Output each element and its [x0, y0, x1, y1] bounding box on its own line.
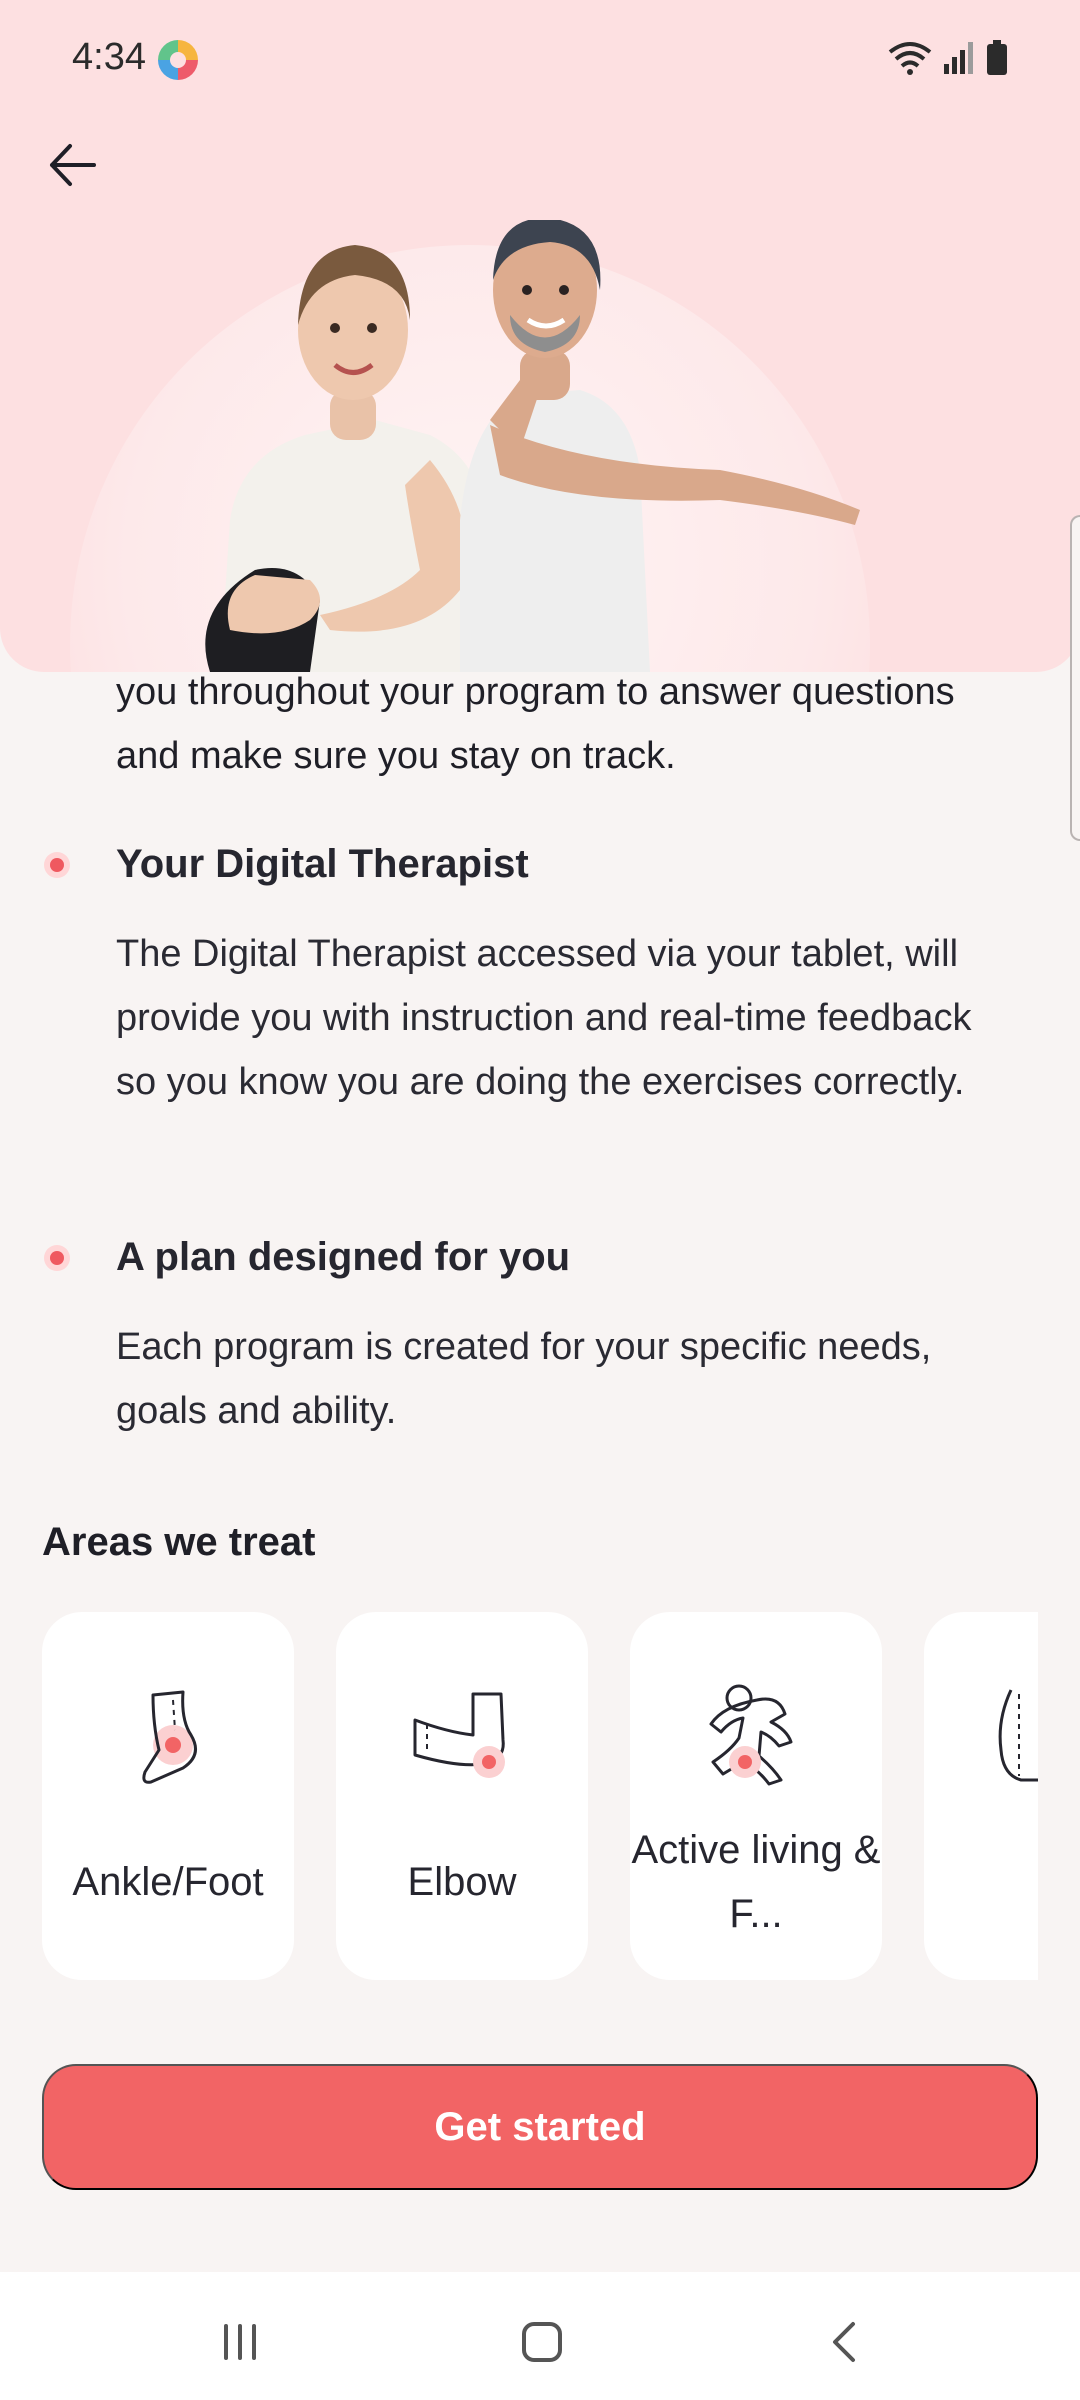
- system-navigation-bar: [0, 2272, 1080, 2400]
- scroll-indicator[interactable]: [1070, 515, 1080, 841]
- back-arrow-icon[interactable]: [40, 130, 110, 200]
- area-card-elbow[interactable]: Elbow: [336, 1612, 588, 1980]
- ankle-foot-icon: [142, 1690, 197, 1784]
- intro-text: you throughout your program to answer qu…: [116, 671, 955, 777]
- area-card-label: Active living & F...: [631, 1828, 881, 1936]
- get-started-button[interactable]: Get started: [42, 2064, 1038, 2190]
- status-icons: [888, 40, 1008, 76]
- area-card-label: Ankle/Foot: [72, 1860, 264, 1904]
- area-card-label: Elbow: [407, 1860, 517, 1904]
- area-card-active-living[interactable]: Active living & F...: [630, 1612, 882, 1980]
- hip-icon: [998, 1689, 1038, 1782]
- area-card-label: H: [1014, 1850, 1038, 1914]
- bullet-description: Each program is created for your specifi…: [116, 1326, 932, 1432]
- screen: 4:34 you throughout your program to answ…: [0, 0, 1080, 2400]
- hero-header: 4:34: [0, 0, 1080, 672]
- area-card-ankle-foot[interactable]: Ankle/Foot: [42, 1612, 294, 1980]
- bullet-description: The Digital Therapist accessed via your …: [116, 933, 972, 1103]
- status-time: 4:34: [72, 36, 146, 78]
- areas-section-title: Areas we treat: [42, 1520, 316, 1564]
- recent-apps-icon[interactable]: [210, 2312, 270, 2372]
- area-card-hip[interactable]: H: [924, 1612, 1038, 1980]
- back-nav-icon[interactable]: [815, 2312, 875, 2372]
- bullet-title: Your Digital Therapist: [116, 842, 529, 886]
- signal-icon: [944, 42, 973, 74]
- bullet-title: A plan designed for you: [116, 1235, 571, 1279]
- status-bar: 4:34: [0, 0, 1080, 120]
- woman-figure: [205, 245, 485, 672]
- home-icon[interactable]: [512, 2312, 572, 2372]
- wifi-icon: [888, 42, 932, 75]
- hero-photo: [205, 220, 860, 672]
- areas-carousel[interactable]: Ankle/Foot Elbow Active living & F...: [42, 1612, 1038, 1982]
- battery-icon: [987, 40, 1007, 75]
- elbow-icon: [413, 1692, 505, 1778]
- active-living-icon: [709, 1684, 793, 1786]
- bullet-dot: [44, 852, 70, 878]
- bullet-dot: [44, 1245, 70, 1271]
- app-notification-icon: [158, 40, 198, 80]
- man-figure: [460, 220, 860, 672]
